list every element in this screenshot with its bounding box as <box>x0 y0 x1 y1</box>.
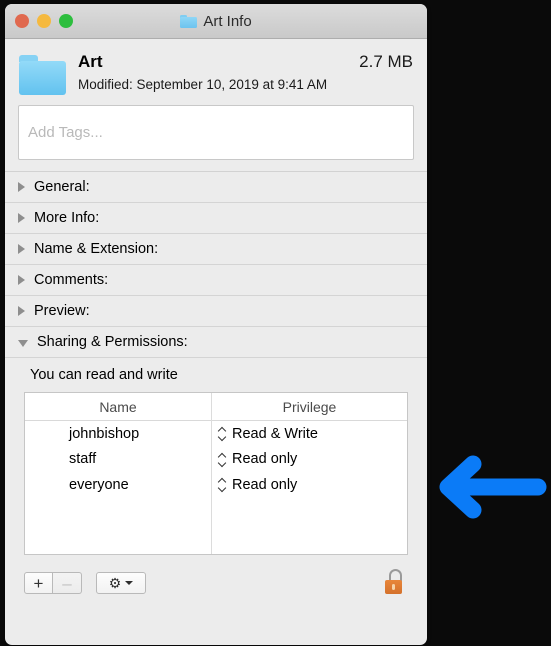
column-header-name[interactable]: Name <box>25 393 212 420</box>
single-person-icon <box>41 426 60 441</box>
permission-note: You can read and write <box>30 367 178 383</box>
file-size: 2.7 MB <box>359 52 413 71</box>
modified-date: Modified: September 10, 2019 at 9:41 AM <box>78 77 328 92</box>
row-name-cell: everyone <box>25 477 211 493</box>
column-divider <box>211 420 212 554</box>
table-row[interactable]: staff Read only <box>25 447 407 473</box>
section-label: Sharing & Permissions: <box>37 334 188 350</box>
add-tags-input[interactable] <box>18 105 414 160</box>
user-name: staff <box>69 451 97 468</box>
get-info-window: Art Info Art 2.7 MB Modified: September … <box>5 4 427 645</box>
section-label: More Info: <box>34 210 100 226</box>
gear-icon: ⚙ <box>108 575 122 591</box>
file-header: Art 2.7 MB Modified: September 10, 2019 … <box>5 39 427 105</box>
add-remove-segmented-control: + – <box>24 572 82 594</box>
tags-section <box>5 105 427 171</box>
three-people-icon <box>41 477 60 492</box>
row-privilege-cell[interactable]: Read only <box>211 477 407 493</box>
table-header: Name Privilege <box>25 393 407 421</box>
row-privilege-cell[interactable]: Read only <box>211 451 407 467</box>
user-name: everyone <box>69 476 129 493</box>
sharing-panel: You can read and write Name Privilege jo… <box>5 358 427 603</box>
chevron-right-icon[interactable] <box>18 244 25 254</box>
chevron-up-down-icon[interactable] <box>218 452 227 467</box>
section-label: Name & Extension: <box>34 241 159 257</box>
section-label: Comments: <box>34 272 109 288</box>
unlock-button[interactable] <box>384 569 408 595</box>
window-title: Art Info <box>5 4 427 38</box>
table-row[interactable]: everyone Read only <box>25 472 407 498</box>
chevron-right-icon[interactable] <box>18 213 25 223</box>
action-menu-button[interactable]: ⚙ <box>96 572 146 594</box>
chevron-down-icon <box>125 581 134 585</box>
chevron-up-down-icon[interactable] <box>218 426 227 441</box>
folder-icon <box>19 55 66 95</box>
section-label: Preview: <box>34 303 90 319</box>
section-comments[interactable]: Comments: <box>5 265 427 296</box>
section-more-info[interactable]: More Info: <box>5 203 427 234</box>
add-user-button[interactable]: + <box>24 572 53 594</box>
chevron-up-down-icon[interactable] <box>218 477 227 492</box>
chevron-right-icon[interactable] <box>18 182 25 192</box>
section-general[interactable]: General: <box>5 172 427 203</box>
row-privilege-cell[interactable]: Read & Write <box>211 426 407 442</box>
permissions-toolbar: + – ⚙ <box>24 563 408 603</box>
title-bar[interactable]: Art Info <box>5 4 427 39</box>
user-name: johnbishop <box>69 425 140 442</box>
section-sharing-permissions[interactable]: Sharing & Permissions: <box>5 327 427 358</box>
chevron-down-icon[interactable] <box>18 339 28 347</box>
section-preview[interactable]: Preview: <box>5 296 427 327</box>
two-people-icon <box>41 452 60 467</box>
permissions-table: Name Privilege johnbishop Read & Write s… <box>24 392 408 555</box>
privilege-value: Read & Write <box>232 425 318 442</box>
remove-user-button[interactable]: – <box>53 572 82 594</box>
chevron-right-icon[interactable] <box>18 275 25 285</box>
sections-list: General: More Info: Name & Extension: Co… <box>5 171 427 358</box>
folder-icon <box>180 14 198 28</box>
table-row[interactable]: johnbishop Read & Write <box>25 421 407 447</box>
file-name: Art <box>78 52 103 71</box>
privilege-value: Read only <box>232 476 298 493</box>
row-name-cell: johnbishop <box>25 426 211 442</box>
window-title-text: Art Info <box>203 12 252 30</box>
row-name-cell: staff <box>25 451 211 467</box>
section-label: General: <box>34 179 90 195</box>
column-header-privilege[interactable]: Privilege <box>212 393 407 420</box>
section-name-extension[interactable]: Name & Extension: <box>5 234 427 265</box>
annotation-arrow-left <box>439 455 547 519</box>
chevron-right-icon[interactable] <box>18 306 25 316</box>
privilege-value: Read only <box>232 451 298 468</box>
